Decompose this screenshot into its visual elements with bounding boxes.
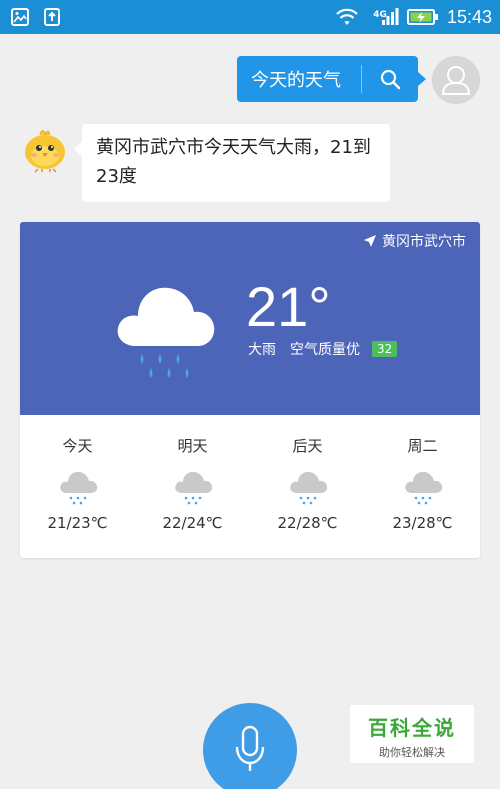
battery-charging-icon xyxy=(406,9,438,25)
forecast-row: 今天 21/23℃ 明天 22/24℃ 后天 22/28℃ 周二 23/28℃ xyxy=(20,415,480,558)
upload-notification-icon xyxy=(44,8,60,26)
location[interactable]: 黄冈市武穴市 xyxy=(363,231,466,251)
watermark-logo: 百科全说 助你轻松解决 xyxy=(350,705,474,763)
forecast-day-name: 明天 xyxy=(177,437,208,455)
forecast-temperature: 22/24℃ xyxy=(162,514,223,532)
forecast-day[interactable]: 今天 21/23℃ xyxy=(20,415,135,558)
current-temperature: 21° xyxy=(246,275,331,338)
network-type-label: 4G xyxy=(373,10,387,20)
user-query-text: 今天的天气 xyxy=(251,70,341,91)
gallery-notification-icon xyxy=(11,8,29,26)
rain-cloud-icon xyxy=(405,471,443,505)
forecast-temperature: 23/28℃ xyxy=(392,514,453,532)
rain-cloud-icon xyxy=(60,471,98,505)
forecast-day[interactable]: 后天 22/28℃ xyxy=(250,415,365,558)
rain-cloud-icon xyxy=(175,471,213,505)
weather-condition: 大雨 xyxy=(248,342,276,358)
forecast-temperature: 22/28℃ xyxy=(277,514,338,532)
search-icon xyxy=(380,69,401,90)
wifi-icon xyxy=(336,8,359,25)
user-query-bubble[interactable]: 今天的天气 xyxy=(237,56,426,102)
user-avatar[interactable] xyxy=(432,56,480,104)
weather-card[interactable]: 黄冈市武穴市 21° 大雨 空气质量优 32 今天 21/23℃ 明天 22/2… xyxy=(20,222,480,558)
user-silhouette-icon xyxy=(441,66,471,95)
chick-assistant-avatar xyxy=(25,130,65,173)
forecast-day[interactable]: 明天 22/24℃ xyxy=(135,415,250,558)
weather-current-panel: 黄冈市武穴市 21° 大雨 空气质量优 32 xyxy=(20,222,480,415)
forecast-temperature: 21/23℃ xyxy=(47,514,108,532)
status-bar: 4G 15:43 xyxy=(0,0,500,34)
heavy-rain-cloud-icon xyxy=(117,287,215,378)
watermark-subtitle: 助你轻松解决 xyxy=(379,746,445,759)
location-name: 黄冈市武穴市 xyxy=(382,234,466,250)
aqi-badge: 32 xyxy=(372,341,398,357)
forecast-day-name: 今天 xyxy=(62,437,93,455)
clock: 15:43 xyxy=(446,6,492,27)
microphone-icon xyxy=(235,725,265,771)
voice-input-button[interactable] xyxy=(203,703,297,789)
air-quality-label: 空气质量优 xyxy=(290,342,360,358)
location-arrow-icon xyxy=(364,235,376,247)
forecast-day[interactable]: 周二 23/28℃ xyxy=(365,415,480,558)
answer-text-line-2: 23度 xyxy=(96,166,137,187)
watermark-title: 百科全说 xyxy=(368,716,456,740)
assistant-answer-bubble: 黄冈市武穴市今天天气大雨，21到 23度 xyxy=(74,124,390,202)
forecast-day-name: 后天 xyxy=(292,437,323,455)
answer-text-line-1: 黄冈市武穴市今天天气大雨，21到 xyxy=(96,137,371,158)
rain-cloud-icon xyxy=(290,471,328,505)
forecast-day-name: 周二 xyxy=(407,437,438,455)
search-button[interactable] xyxy=(362,68,418,90)
